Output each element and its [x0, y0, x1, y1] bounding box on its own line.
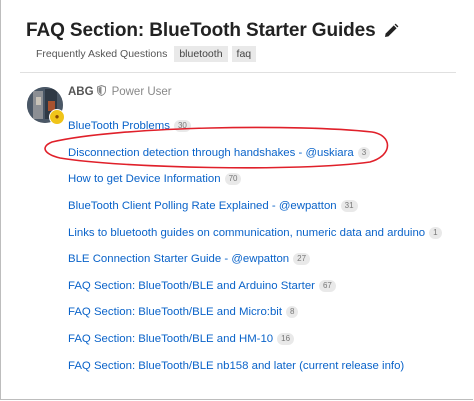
link-bluetooth-problems[interactable]: BlueTooth Problems [68, 120, 170, 132]
username[interactable]: ABG [68, 86, 94, 98]
list-item: Links to bluetooth guides on communicati… [68, 219, 442, 246]
click-count-badge: 8 [286, 306, 299, 319]
list-item: FAQ Section: BlueTooth/BLE and Arduino S… [68, 273, 442, 300]
list-item: BLE Connection Starter Guide - @ewpatton… [68, 246, 442, 273]
link-faq-nb158[interactable]: FAQ Section: BlueTooth/BLE nb158 and lat… [68, 360, 404, 372]
tag-faq[interactable]: faq [231, 46, 257, 62]
link-faq-hm10[interactable]: FAQ Section: BlueTooth/BLE and HM-10 [68, 333, 273, 345]
user-title: Power User [111, 86, 172, 98]
list-item: BlueTooth Client Polling Rate Explained … [68, 193, 442, 220]
link-bluetooth-guides[interactable]: Links to bluetooth guides on communicati… [68, 227, 425, 239]
topic-title-row: FAQ Section: BlueTooth Starter Guides [26, 20, 399, 42]
click-count-badge: 70 [224, 173, 242, 186]
category-link[interactable]: Frequently Asked Questions [36, 48, 167, 60]
link-faq-arduino[interactable]: FAQ Section: BlueTooth/BLE and Arduino S… [68, 280, 315, 292]
list-item: Disconnection detection through handshak… [68, 140, 442, 167]
post-header: ABG Power User [68, 84, 172, 99]
shield-icon [96, 84, 106, 99]
list-item: How to get Device Information 70 [68, 166, 442, 193]
link-device-information[interactable]: How to get Device Information [68, 173, 221, 185]
topic-title[interactable]: FAQ Section: BlueTooth Starter Guides [26, 20, 376, 42]
header-divider [20, 72, 456, 73]
link-disconnection-detection[interactable]: Disconnection detection through handshak… [68, 147, 354, 159]
link-polling-rate[interactable]: BlueTooth Client Polling Rate Explained … [68, 200, 337, 212]
breadcrumb: Frequently Asked Questions bluetooth faq [36, 46, 260, 62]
tag-bluetooth[interactable]: bluetooth [174, 46, 228, 62]
list-item: FAQ Section: BlueTooth/BLE and Micro:bit… [68, 299, 442, 326]
user-flair-icon: ● [49, 109, 65, 125]
list-item: BlueTooth Problems 30 [68, 113, 442, 140]
link-ble-connection-guide[interactable]: BLE Connection Starter Guide - @ewpatton [68, 253, 289, 265]
click-count-badge: 31 [340, 200, 358, 213]
link-list: BlueTooth Problems 30 Disconnection dete… [68, 113, 442, 379]
list-item: FAQ Section: BlueTooth/BLE nb158 and lat… [68, 352, 442, 379]
link-faq-microbit[interactable]: FAQ Section: BlueTooth/BLE and Micro:bit [68, 306, 282, 318]
click-count-badge: 67 [318, 279, 336, 292]
list-item: FAQ Section: BlueTooth/BLE and HM-10 16 [68, 326, 442, 353]
click-count-badge: 3 [357, 146, 371, 159]
click-count-badge: 30 [173, 120, 191, 133]
click-count-badge: 27 [293, 253, 311, 266]
click-count-badge: 16 [277, 333, 295, 346]
pencil-icon[interactable] [383, 23, 399, 39]
click-count-badge: 1 [429, 226, 442, 239]
